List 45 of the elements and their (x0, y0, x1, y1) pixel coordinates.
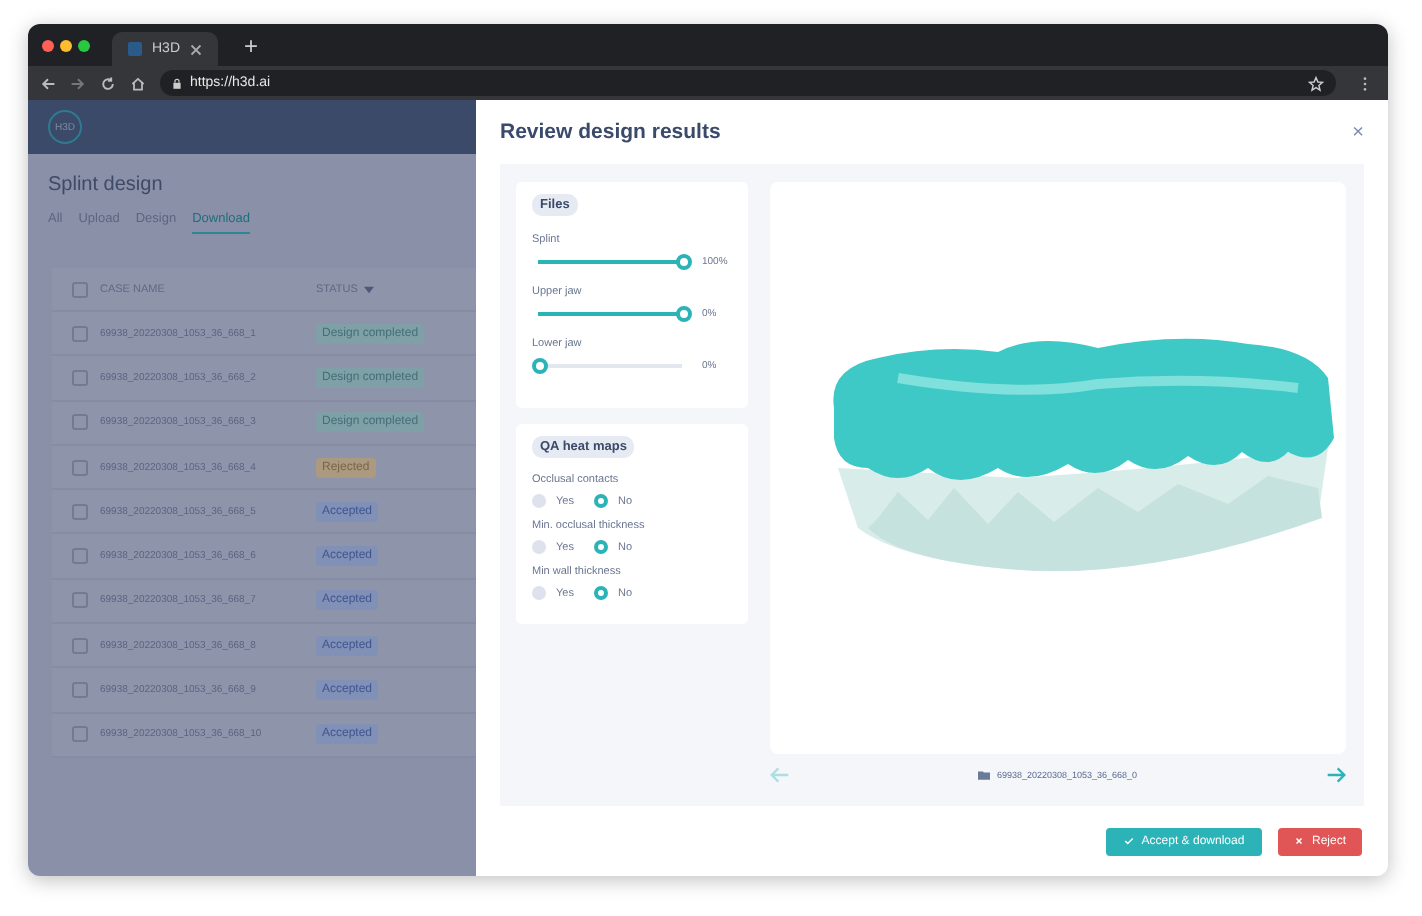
new-tab-button[interactable]: + (244, 33, 259, 57)
radio-button[interactable] (532, 540, 546, 554)
row-checkbox[interactable] (72, 637, 88, 654)
close-icon (1293, 836, 1304, 846)
select-all-checkbox[interactable] (72, 281, 88, 297)
slider-thumb[interactable] (532, 358, 548, 374)
slider-thumb[interactable] (676, 254, 692, 270)
opacity-slider[interactable] (532, 254, 688, 270)
caret-icon (363, 285, 374, 293)
row-checkbox[interactable] (72, 682, 88, 699)
dialog-title: Review design results (500, 120, 721, 144)
reload-icon[interactable] (100, 75, 116, 91)
radio-button[interactable] (532, 494, 546, 508)
close-window-icon[interactable] (42, 39, 54, 51)
opacity-slider[interactable] (532, 358, 688, 374)
page-title: Splint design (48, 174, 165, 196)
close-button[interactable]: × (1352, 121, 1364, 143)
back-icon[interactable] (40, 75, 56, 91)
favicon-icon (128, 42, 142, 56)
row-checkbox[interactable] (72, 459, 88, 476)
forward-icon[interactable] (70, 75, 86, 91)
row-checkbox[interactable] (72, 414, 88, 431)
opacity-slider[interactable] (532, 306, 688, 322)
menu-icon[interactable] (1362, 75, 1368, 91)
row-checkbox[interactable] (72, 548, 88, 565)
radio-button[interactable] (593, 540, 608, 554)
row-checkbox[interactable] (72, 592, 88, 609)
folder-icon (978, 770, 991, 780)
radio-button[interactable] (532, 586, 546, 600)
check-icon (1123, 836, 1134, 846)
radio-button[interactable] (593, 494, 608, 508)
minimize-window-icon[interactable] (60, 39, 72, 51)
radio-button[interactable] (593, 586, 608, 600)
model-viewer[interactable] (770, 182, 1346, 754)
lock-icon (172, 77, 182, 89)
maximize-window-icon[interactable] (78, 39, 90, 51)
bookmark-star-icon[interactable] (1308, 75, 1324, 91)
row-checkbox[interactable] (72, 503, 88, 520)
next-arrow-icon[interactable] (1325, 766, 1346, 784)
row-checkbox[interactable] (72, 325, 88, 342)
close-tab-icon[interactable] (190, 43, 203, 55)
home-icon[interactable] (130, 75, 146, 91)
row-checkbox[interactable] (72, 726, 88, 743)
slider-thumb[interactable] (676, 306, 692, 322)
row-checkbox[interactable] (72, 369, 88, 386)
